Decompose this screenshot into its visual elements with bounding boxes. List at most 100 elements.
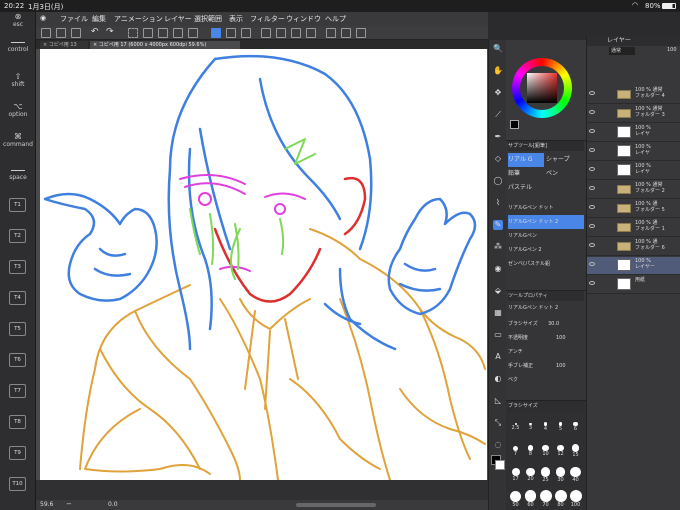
t9-key[interactable]: T9: [9, 446, 26, 460]
menu-window[interactable]: ウィンドウ: [286, 14, 321, 24]
brush-tool-icon[interactable]: ⌇: [493, 198, 503, 208]
menu-animation[interactable]: アニメーション: [114, 14, 163, 24]
pen-tool-icon[interactable]: ✒: [493, 132, 503, 142]
subtool-group-sharp[interactable]: シャープ: [546, 153, 584, 167]
eye-icon[interactable]: [589, 129, 595, 133]
eye-icon[interactable]: [589, 91, 595, 95]
paste-icon[interactable]: [306, 28, 316, 38]
eye-icon[interactable]: [589, 262, 595, 266]
blend-tool-icon[interactable]: ◉: [493, 264, 503, 274]
menu-help[interactable]: ヘルプ: [325, 14, 346, 24]
brush-size-preset[interactable]: 4: [538, 413, 553, 437]
space-key[interactable]: space: [0, 170, 36, 181]
horizontal-scrollbar[interactable]: [296, 503, 376, 507]
brush-size-preset[interactable]: 60: [523, 485, 538, 509]
eraser-icon[interactable]: ◇: [493, 154, 503, 164]
eye-icon[interactable]: [589, 148, 595, 152]
saturation-square[interactable]: [527, 73, 557, 103]
select-all-icon[interactable]: [128, 28, 138, 38]
invert-selection-icon[interactable]: [158, 28, 168, 38]
subtool-group-pencil[interactable]: 鉛筆: [508, 167, 544, 181]
brush-size-preset[interactable]: 20: [523, 461, 538, 485]
menu-view[interactable]: 表示: [229, 14, 243, 24]
layer-row[interactable]: 100 % 通常 フォルダー 4: [587, 86, 680, 104]
t10-key[interactable]: T10: [9, 477, 26, 491]
crop-icon[interactable]: [241, 28, 251, 38]
eye-icon[interactable]: [589, 110, 595, 114]
subtool-group-pastel[interactable]: パステル: [508, 181, 544, 195]
rotation-value[interactable]: 0.0: [108, 501, 118, 508]
flip-icon[interactable]: [276, 28, 286, 38]
brush-size-preset[interactable]: 5: [553, 413, 568, 437]
lasso-icon[interactable]: ◯: [493, 176, 503, 186]
t6-key[interactable]: T6: [9, 353, 26, 367]
t2-key[interactable]: T2: [9, 229, 26, 243]
undo-icon[interactable]: ↶: [91, 28, 101, 38]
brush-size-preset[interactable]: 80: [553, 485, 568, 509]
brush-size-value[interactable]: 30.0: [548, 317, 568, 331]
eye-icon[interactable]: [589, 205, 595, 209]
brush-size-preset[interactable]: 70: [538, 485, 553, 509]
layer-row[interactable]: 100 % 通 フォルダー 1: [587, 219, 680, 237]
menu-filter[interactable]: フィルター: [250, 14, 285, 24]
brush-size-preset[interactable]: 17: [508, 461, 523, 485]
open-icon[interactable]: [56, 28, 66, 38]
brush-item-4[interactable]: リアルGペン 2: [508, 243, 584, 257]
copy-icon[interactable]: [291, 28, 301, 38]
blend-mode-select[interactable]: 通常: [609, 47, 635, 55]
brush-size-preset[interactable]: 7: [508, 437, 523, 461]
stabilization-value[interactable]: 100: [556, 359, 576, 373]
pencil-tool-icon[interactable]: ✎: [493, 220, 503, 230]
fill-tool-icon[interactable]: ⬙: [493, 286, 503, 296]
t1-key[interactable]: T1: [9, 198, 26, 212]
layer-row[interactable]: 100 % レイヤ: [587, 143, 680, 161]
hand-tool-icon[interactable]: ✋: [493, 66, 503, 76]
command-key[interactable]: ⌘ command: [0, 132, 36, 148]
layer-row[interactable]: 100 % 通 フォルダー 6: [587, 238, 680, 256]
shift-key[interactable]: ⇧ shift: [0, 72, 36, 88]
tab-document-13[interactable]: × コピペ用 13: [40, 41, 88, 49]
layer-row[interactable]: 用紙: [587, 276, 680, 294]
layer-row[interactable]: 100 % レイヤ: [587, 162, 680, 180]
tab-document-17[interactable]: × コピペ用 17 (6000 x 4000px 600dpi 59.6%): [90, 41, 240, 49]
fill-icon[interactable]: [188, 28, 198, 38]
brush-size-preset[interactable]: 2.5: [508, 413, 523, 437]
brush-item-5[interactable]: ゼンベ(パステル鉛: [508, 257, 584, 271]
brush-item-1[interactable]: リアルGペン ドット: [508, 201, 584, 215]
eye-icon[interactable]: [589, 224, 595, 228]
new-icon[interactable]: [41, 28, 51, 38]
esc-key[interactable]: ⊗ esc: [0, 12, 36, 28]
speech-icon[interactable]: ◌: [493, 440, 503, 450]
brush-size-preset[interactable]: 10: [538, 437, 553, 461]
ruler-tool-icon[interactable]: ◺: [493, 396, 503, 406]
brush-size-preset[interactable]: 3: [523, 413, 538, 437]
t5-key[interactable]: T5: [9, 322, 26, 336]
zoom-value[interactable]: 59.6: [40, 501, 53, 508]
brush-size-preset[interactable]: 40: [568, 461, 583, 485]
brush-size-preset[interactable]: 6: [568, 413, 583, 437]
brush-item-2[interactable]: リアルGペン ドット 2: [508, 215, 584, 229]
brush-item-3[interactable]: リアルGペン: [508, 229, 584, 243]
menu-edit[interactable]: 編集: [92, 14, 106, 24]
clear-icon[interactable]: [173, 28, 183, 38]
brush-size-preset[interactable]: 50: [508, 485, 523, 509]
subtool-group-real-g[interactable]: リアル G: [508, 153, 544, 167]
brush-size-preset[interactable]: 8: [523, 437, 538, 461]
drawing-canvas[interactable]: [40, 49, 487, 480]
deselect-icon[interactable]: [143, 28, 153, 38]
eye-icon[interactable]: [589, 281, 595, 285]
t3-key[interactable]: T3: [9, 260, 26, 274]
brush-size-preset[interactable]: 12: [553, 437, 568, 461]
layer-row[interactable]: 100 % 通常 フォルダー 3: [587, 105, 680, 123]
layer-opacity-value[interactable]: 100: [667, 47, 677, 53]
zoom-out-icon[interactable]: −: [66, 500, 72, 508]
grid-icon[interactable]: [226, 28, 236, 38]
eye-icon[interactable]: [589, 186, 595, 190]
brush-size-preset[interactable]: 15: [568, 437, 583, 461]
t8-key[interactable]: T8: [9, 415, 26, 429]
layer-row[interactable]: 100 % 通常 フォルダー 2: [587, 181, 680, 199]
subtool-group-pen[interactable]: ペン: [546, 167, 584, 181]
option-key[interactable]: ⌥ option: [0, 102, 36, 118]
eyedropper-icon[interactable]: ⟋: [493, 110, 503, 120]
airbrush-icon[interactable]: ⁂: [493, 242, 503, 252]
